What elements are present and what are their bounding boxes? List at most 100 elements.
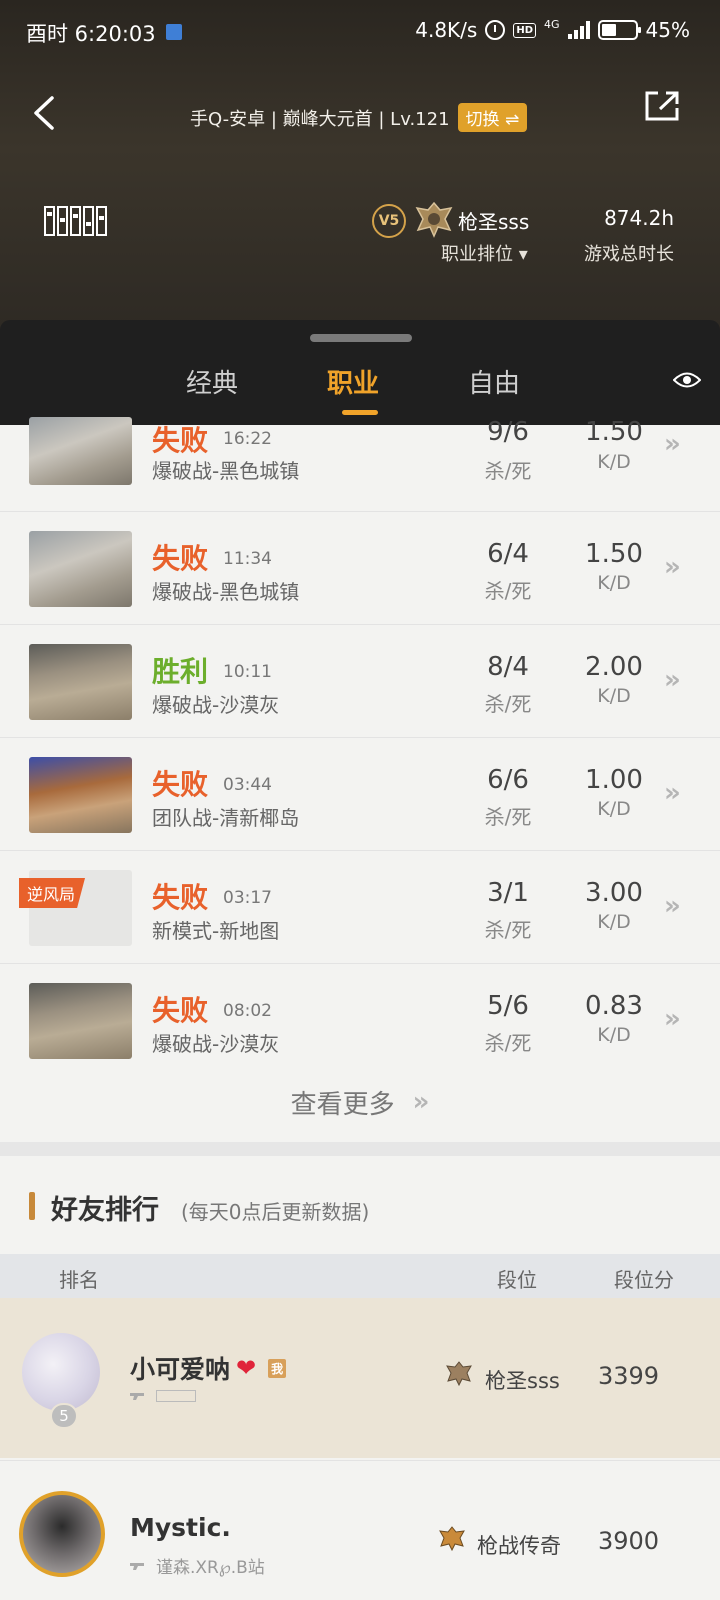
chevron-right-icon: » [664, 665, 681, 695]
match-row[interactable]: 失败 03:44 团队战-清新椰岛 6/6 杀/死 1.00 K/D » [0, 738, 720, 851]
header-tier: 段位 [497, 1268, 537, 1292]
network-type: 4G [544, 17, 560, 31]
battery-icon [597, 20, 641, 40]
match-mode: 爆破战-沙漠灰 [152, 693, 280, 717]
match-row[interactable]: 失败 08:02 爆破战-沙漠灰 5/6 杀/死 0.83 K/D » [0, 964, 720, 1077]
kills-deaths-label: 杀/死 [484, 1031, 532, 1055]
tier-score: 3900 [598, 1527, 660, 1555]
share-icon[interactable] [644, 90, 680, 122]
status-time: 酉时 6:20:03 [26, 22, 156, 46]
tab-pro[interactable]: 职业 [327, 363, 379, 400]
kd-label: K/D [597, 685, 631, 707]
rank-emblem-icon [415, 201, 453, 238]
gun-icon [130, 1393, 144, 1400]
play-hours-label: 游戏总时长 [584, 244, 674, 265]
tier-name: 枪圣sss [485, 1369, 560, 1393]
kills-deaths-label: 杀/死 [484, 918, 532, 942]
avatar [19, 1491, 105, 1577]
map-thumbnail [29, 644, 132, 720]
friend-name: 小可爱呐 ❤ 我 [130, 1350, 287, 1386]
match-row[interactable]: 失败 16:22 爆破战-黑色城镇 9/6 杀/死 1.50 K/D » [0, 417, 720, 512]
match-time: 11:34 [223, 549, 272, 569]
match-time: 10:11 [223, 662, 272, 682]
switch-account-button[interactable]: 切换 ⇌ [457, 103, 528, 132]
header-rank: 排名 [59, 1268, 99, 1292]
ranking-table-header: 排名 段位 段位分 [0, 1254, 720, 1298]
chevron-right-icon: » [664, 891, 681, 921]
match-result: 失败 [152, 768, 209, 801]
friend-name-text: Mystic. [130, 1513, 231, 1542]
profile-header: 酉时 6:20:03 4.8K/s HD 4G 45% 手Q-安卓 | 巅峰大元… [0, 0, 720, 330]
match-row[interactable]: 失败 11:34 爆破战-黑色城镇 6/4 杀/死 1.50 K/D » [0, 512, 720, 625]
header-score: 段位分 [614, 1268, 674, 1292]
friend-subline [130, 1390, 196, 1402]
match-list: 失败 16:22 爆破战-黑色城镇 9/6 杀/死 1.50 K/D » 失败 … [0, 417, 720, 1077]
match-time: 08:02 [223, 1001, 272, 1021]
tab-active-indicator [342, 410, 378, 415]
mode-tabbar: 经典 职业 自由 [0, 320, 720, 425]
status-indicators: 4.8K/s HD 4G 45% [415, 17, 690, 43]
kd-value: 0.83 [585, 991, 643, 1021]
kills-deaths-label: 杀/死 [484, 692, 532, 716]
friend-row[interactable]: Mystic. 谨森.XR℘.B站 枪战传奇 3900 [0, 1460, 720, 1600]
friend-name-text: 小可爱呐 [130, 1355, 231, 1384]
kills-deaths-label: 杀/死 [484, 805, 532, 829]
match-result: 失败 [152, 424, 209, 457]
kd-label: K/D [597, 572, 631, 594]
chevron-right-icon: » [412, 1087, 430, 1117]
map-thumbnail [29, 983, 132, 1059]
kills-deaths: 9/6 [487, 417, 529, 447]
alarm-icon [485, 20, 506, 40]
chevron-right-icon: » [664, 778, 681, 808]
vip-badge: V5 [372, 204, 406, 238]
friend-row-self[interactable]: 5 小可爱呐 ❤ 我 枪圣sss 3399 [0, 1298, 720, 1458]
tier-name: 枪战传奇 [477, 1534, 561, 1558]
tab-free[interactable]: 自由 [468, 363, 520, 400]
back-arrow-icon[interactable] [30, 95, 60, 131]
tier-emblem-icon [439, 1526, 465, 1551]
map-thumbnail: 逆风局 [19, 870, 132, 946]
map-thumbnail [29, 757, 132, 833]
section-note: (每天0点后更新数据) [181, 1200, 370, 1224]
kd-label: K/D [597, 911, 631, 933]
gun-icon [130, 1562, 144, 1570]
match-mode: 爆破战-黑色城镇 [152, 580, 300, 604]
section-title: 好友排行 [51, 1195, 159, 1226]
eye-icon[interactable] [673, 371, 701, 389]
section-divider [0, 1142, 720, 1156]
id-barcode-icon [44, 206, 107, 236]
chevron-right-icon: » [664, 1004, 681, 1034]
avatar [22, 1333, 100, 1411]
drag-handle[interactable] [310, 334, 412, 342]
kd-value: 2.00 [585, 652, 643, 682]
view-more-button[interactable]: 查看更多 » [0, 1062, 720, 1142]
comeback-tag: 逆风局 [19, 878, 86, 908]
kd-value: 1.50 [585, 417, 643, 447]
match-row[interactable]: 逆风局 失败 03:17 新模式-新地图 3/1 杀/死 3.00 K/D » [0, 851, 720, 964]
match-row[interactable]: 胜利 10:11 爆破战-沙漠灰 8/4 杀/死 2.00 K/D » [0, 625, 720, 738]
play-hours-value: 874.2h [604, 206, 674, 230]
kills-deaths-label: 杀/死 [484, 459, 532, 483]
chevron-right-icon: » [664, 552, 681, 582]
kills-deaths: 8/4 [487, 652, 529, 682]
notification-image-icon [166, 24, 182, 40]
tier-emblem-icon [446, 1361, 472, 1386]
kills-deaths: 5/6 [487, 991, 529, 1021]
hd-icon: HD [513, 22, 537, 38]
map-thumbnail [29, 531, 132, 607]
kills-deaths-label: 杀/死 [484, 579, 532, 603]
match-time: 16:22 [223, 429, 272, 449]
map-thumbnail [29, 417, 132, 485]
kd-value: 1.00 [585, 765, 643, 795]
account-info: 手Q-安卓 | 巅峰大元首 | Lv.121 切换 ⇌ [190, 103, 528, 132]
tab-classic[interactable]: 经典 [186, 363, 238, 400]
kills-deaths: 3/1 [487, 878, 529, 908]
match-result: 胜利 [152, 655, 209, 688]
battery-level: 45% [645, 18, 690, 42]
signal-icon [567, 21, 590, 39]
ranked-mode-dropdown[interactable]: 职业排位 ▾ [441, 240, 528, 266]
friend-subtitle: 谨森.XR℘.B站 [156, 1558, 265, 1578]
rank-name: 枪圣sss [458, 210, 530, 234]
match-mode: 爆破战-沙漠灰 [152, 1032, 280, 1056]
match-result: 失败 [152, 542, 209, 575]
